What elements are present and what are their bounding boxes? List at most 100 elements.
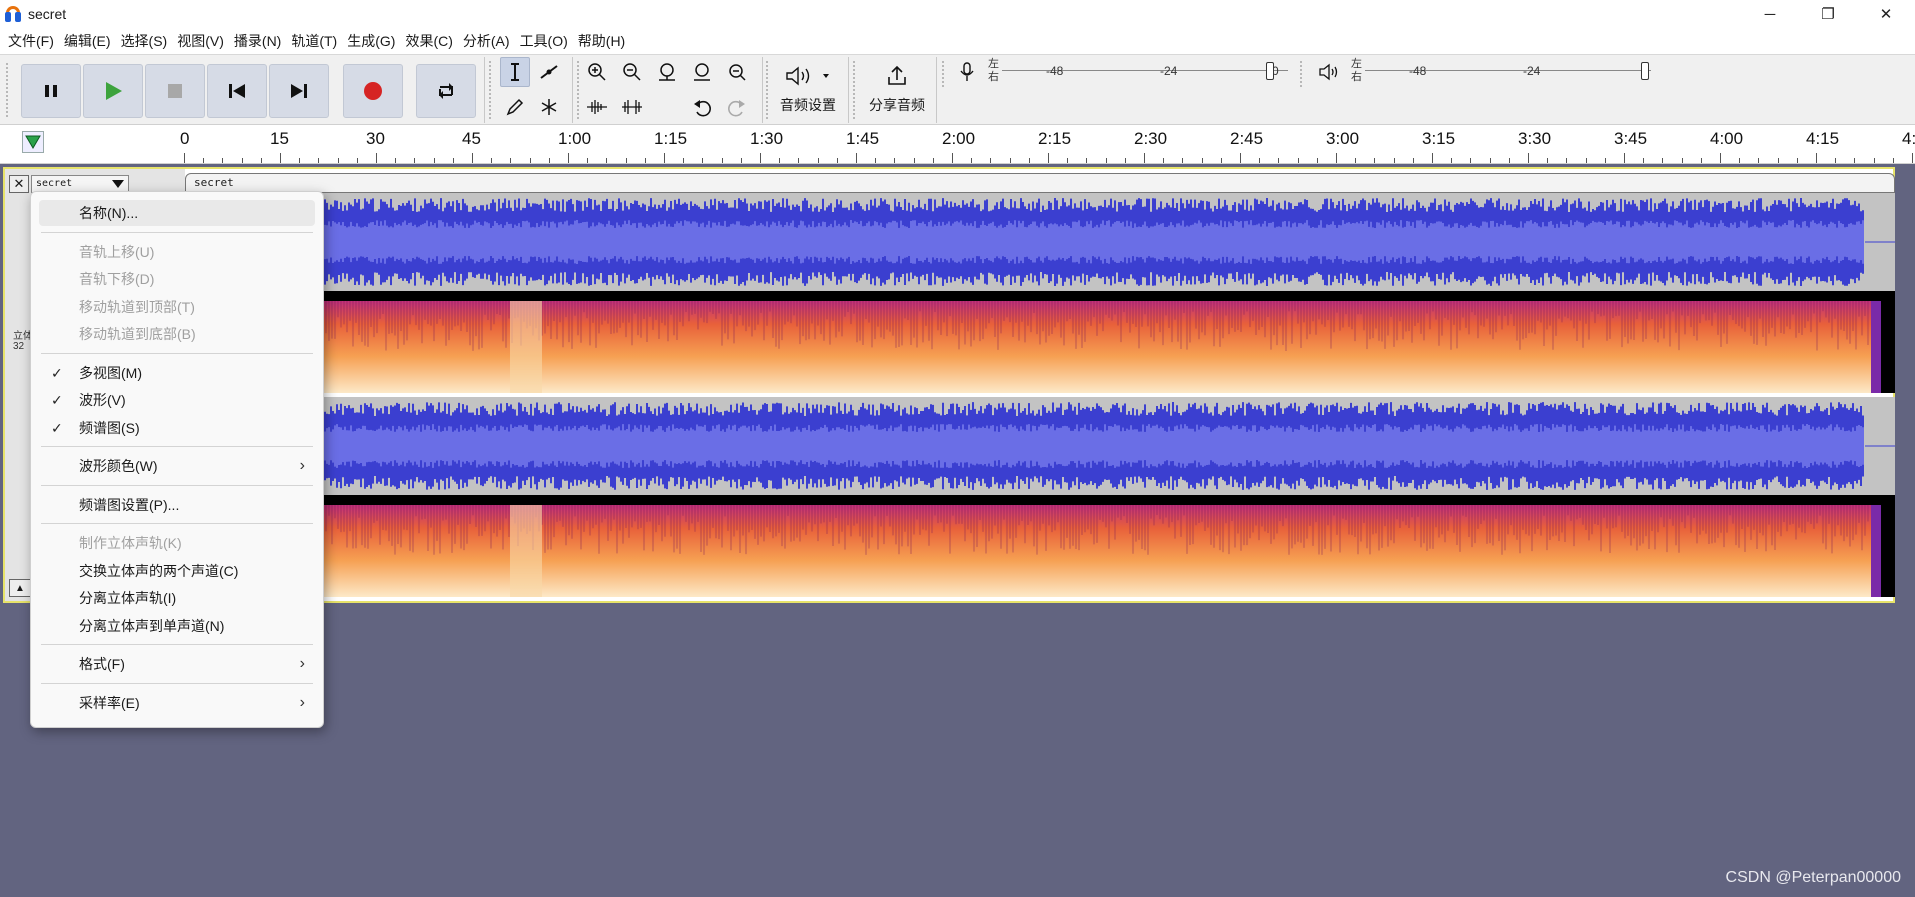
- context-menu-item[interactable]: 波形颜色(W) ›: [39, 453, 315, 479]
- menu-analyze[interactable]: 分析(A): [458, 30, 515, 52]
- close-window-button[interactable]: ✕: [1857, 0, 1915, 28]
- minimize-button[interactable]: ─: [1741, 0, 1799, 28]
- context-menu-item[interactable]: ✓ 频谱图(S): [39, 415, 315, 441]
- speaker-icon: [786, 66, 829, 86]
- menu-tracks[interactable]: 轨道(T): [286, 30, 342, 52]
- ruler-minor-tick: [491, 158, 493, 163]
- menu-separator: [41, 231, 313, 233]
- fit-selection-button[interactable]: [652, 57, 682, 87]
- waveform-lane-right[interactable]: [185, 397, 1895, 495]
- menu-item-label: 分离立体声到单声道(N): [79, 617, 225, 634]
- toolbar-grip[interactable]: [766, 61, 770, 119]
- skip-to-end-button[interactable]: [269, 64, 329, 118]
- redo-button[interactable]: [722, 92, 752, 122]
- waveform-lane-left[interactable]: [185, 193, 1895, 291]
- spectrogram-lane-left[interactable]: [185, 291, 1895, 393]
- menu-item-label: 采样率(E): [79, 694, 140, 711]
- envelope-tool-button[interactable]: [534, 57, 564, 87]
- stop-button[interactable]: [145, 64, 205, 118]
- toolbar-grip[interactable]: [6, 63, 10, 117]
- ruler-minor-tick: [875, 158, 877, 163]
- ruler-minor-tick: [222, 158, 224, 163]
- menu-item-label: 音轨下移(D): [79, 271, 155, 287]
- play-at-speed-button[interactable]: [22, 131, 44, 153]
- context-menu-item: 制作立体声轨(K): [39, 530, 315, 556]
- ruler-minor-tick: [913, 158, 915, 163]
- multi-tool-button[interactable]: [534, 92, 564, 122]
- selection-tool-button[interactable]: [500, 57, 530, 87]
- menu-tools[interactable]: 工具(O): [515, 30, 573, 52]
- record-button[interactable]: [343, 64, 403, 118]
- close-track-button[interactable]: ✕: [9, 175, 29, 193]
- ruler-minor-tick: [1892, 158, 1894, 163]
- ruler-minor-tick: [1739, 158, 1741, 163]
- record-meter-button[interactable]: [954, 57, 980, 87]
- menu-generate[interactable]: 生成(G): [342, 30, 400, 52]
- menu-item-label: 波形(V): [79, 392, 126, 408]
- menu-transport[interactable]: 播录(N): [229, 30, 286, 52]
- menu-select[interactable]: 选择(S): [116, 30, 173, 52]
- ruler-minor-tick: [241, 158, 243, 163]
- share-audio-button[interactable]: [882, 61, 912, 91]
- menu-effect[interactable]: 效果(C): [400, 30, 457, 52]
- context-menu-item[interactable]: 交换立体声的两个声道(C): [39, 558, 315, 584]
- audio-setup-button[interactable]: [780, 61, 836, 91]
- ruler-minor-tick: [1451, 158, 1453, 163]
- ruler-tick-label: 1:30: [750, 129, 784, 148]
- context-menu-item[interactable]: ✓ 波形(V): [39, 387, 315, 413]
- toolbar-grip[interactable]: [577, 61, 581, 119]
- context-menu-item[interactable]: 分离立体声轨(I): [39, 585, 315, 611]
- toolbar-grip[interactable]: [853, 61, 857, 119]
- pause-button[interactable]: [21, 64, 81, 118]
- window-title: secret: [28, 6, 67, 22]
- toolbar-grip[interactable]: [1300, 61, 1304, 87]
- checkmark-icon: ✓: [51, 392, 63, 408]
- toolbar-grip[interactable]: [942, 61, 946, 87]
- context-menu-item[interactable]: 名称(N)...: [39, 200, 315, 226]
- menu-help[interactable]: 帮助(H): [573, 30, 630, 52]
- zoom-in-button[interactable]: [582, 57, 612, 87]
- context-menu-item[interactable]: 格式(F) ›: [39, 651, 315, 677]
- context-menu-item[interactable]: 采样率(E) ›: [39, 690, 315, 716]
- ruler-minor-tick: [203, 158, 205, 163]
- ruler-minor-tick: [721, 158, 723, 163]
- skip-to-start-button[interactable]: [207, 64, 267, 118]
- menu-bar: 文件(F) 编辑(E) 选择(S) 视图(V) 播录(N) 轨道(T) 生成(G…: [0, 28, 1915, 54]
- collapse-track-button[interactable]: ▲: [9, 579, 31, 597]
- spectrogram-bright-band: [510, 301, 542, 393]
- ruler-minor-tick: [798, 158, 800, 163]
- context-menu-item[interactable]: 分离立体声到单声道(N): [39, 613, 315, 639]
- context-menu-item[interactable]: ✓ 多视图(M): [39, 360, 315, 386]
- ruler-tick-label: 4:15: [1806, 129, 1840, 148]
- timeline-ruler[interactable]: 0 15 30 45 1:00 1:15 1:30 1:45 2:00 2:15 2:30 2:45 3…: [0, 124, 1915, 164]
- silence-audio-button[interactable]: [617, 92, 647, 122]
- clip-title-bar[interactable]: secret: [185, 173, 1895, 193]
- playback-meter[interactable]: -48 -24: [1365, 58, 1651, 84]
- menu-view[interactable]: 视图(V): [172, 30, 229, 52]
- ruler-tick-mark: [952, 153, 953, 163]
- fit-project-button[interactable]: [687, 57, 717, 87]
- spectrogram-lane-right[interactable]: [185, 495, 1895, 597]
- loop-button[interactable]: [416, 64, 476, 118]
- playback-meter-button[interactable]: [1316, 57, 1342, 87]
- menu-file[interactable]: 文件(F): [3, 30, 59, 52]
- ruler-minor-tick: [1508, 158, 1510, 163]
- play-button[interactable]: [83, 64, 143, 118]
- record-meter-slider[interactable]: [1266, 62, 1274, 80]
- record-meter[interactable]: -48 -24 0: [1002, 58, 1288, 84]
- toolbar-separator: [572, 57, 573, 123]
- playback-meter-slider[interactable]: [1641, 62, 1649, 80]
- trim-audio-button[interactable]: [582, 92, 612, 122]
- menu-edit[interactable]: 编辑(E): [59, 30, 116, 52]
- zoom-toggle-button[interactable]: [722, 57, 752, 87]
- play-icon: [106, 82, 122, 100]
- ruler-minor-tick: [606, 158, 608, 163]
- restore-button[interactable]: ❐: [1799, 0, 1857, 28]
- context-menu-item[interactable]: 频谱图设置(P)...: [39, 492, 315, 518]
- ruler-tick-mark: [568, 153, 569, 163]
- toolbar-grip[interactable]: [489, 61, 493, 119]
- zoom-out-button[interactable]: [617, 57, 647, 87]
- ruler-tick-label: 1:45: [846, 129, 880, 148]
- draw-tool-button[interactable]: [500, 92, 530, 122]
- undo-button[interactable]: [687, 92, 717, 122]
